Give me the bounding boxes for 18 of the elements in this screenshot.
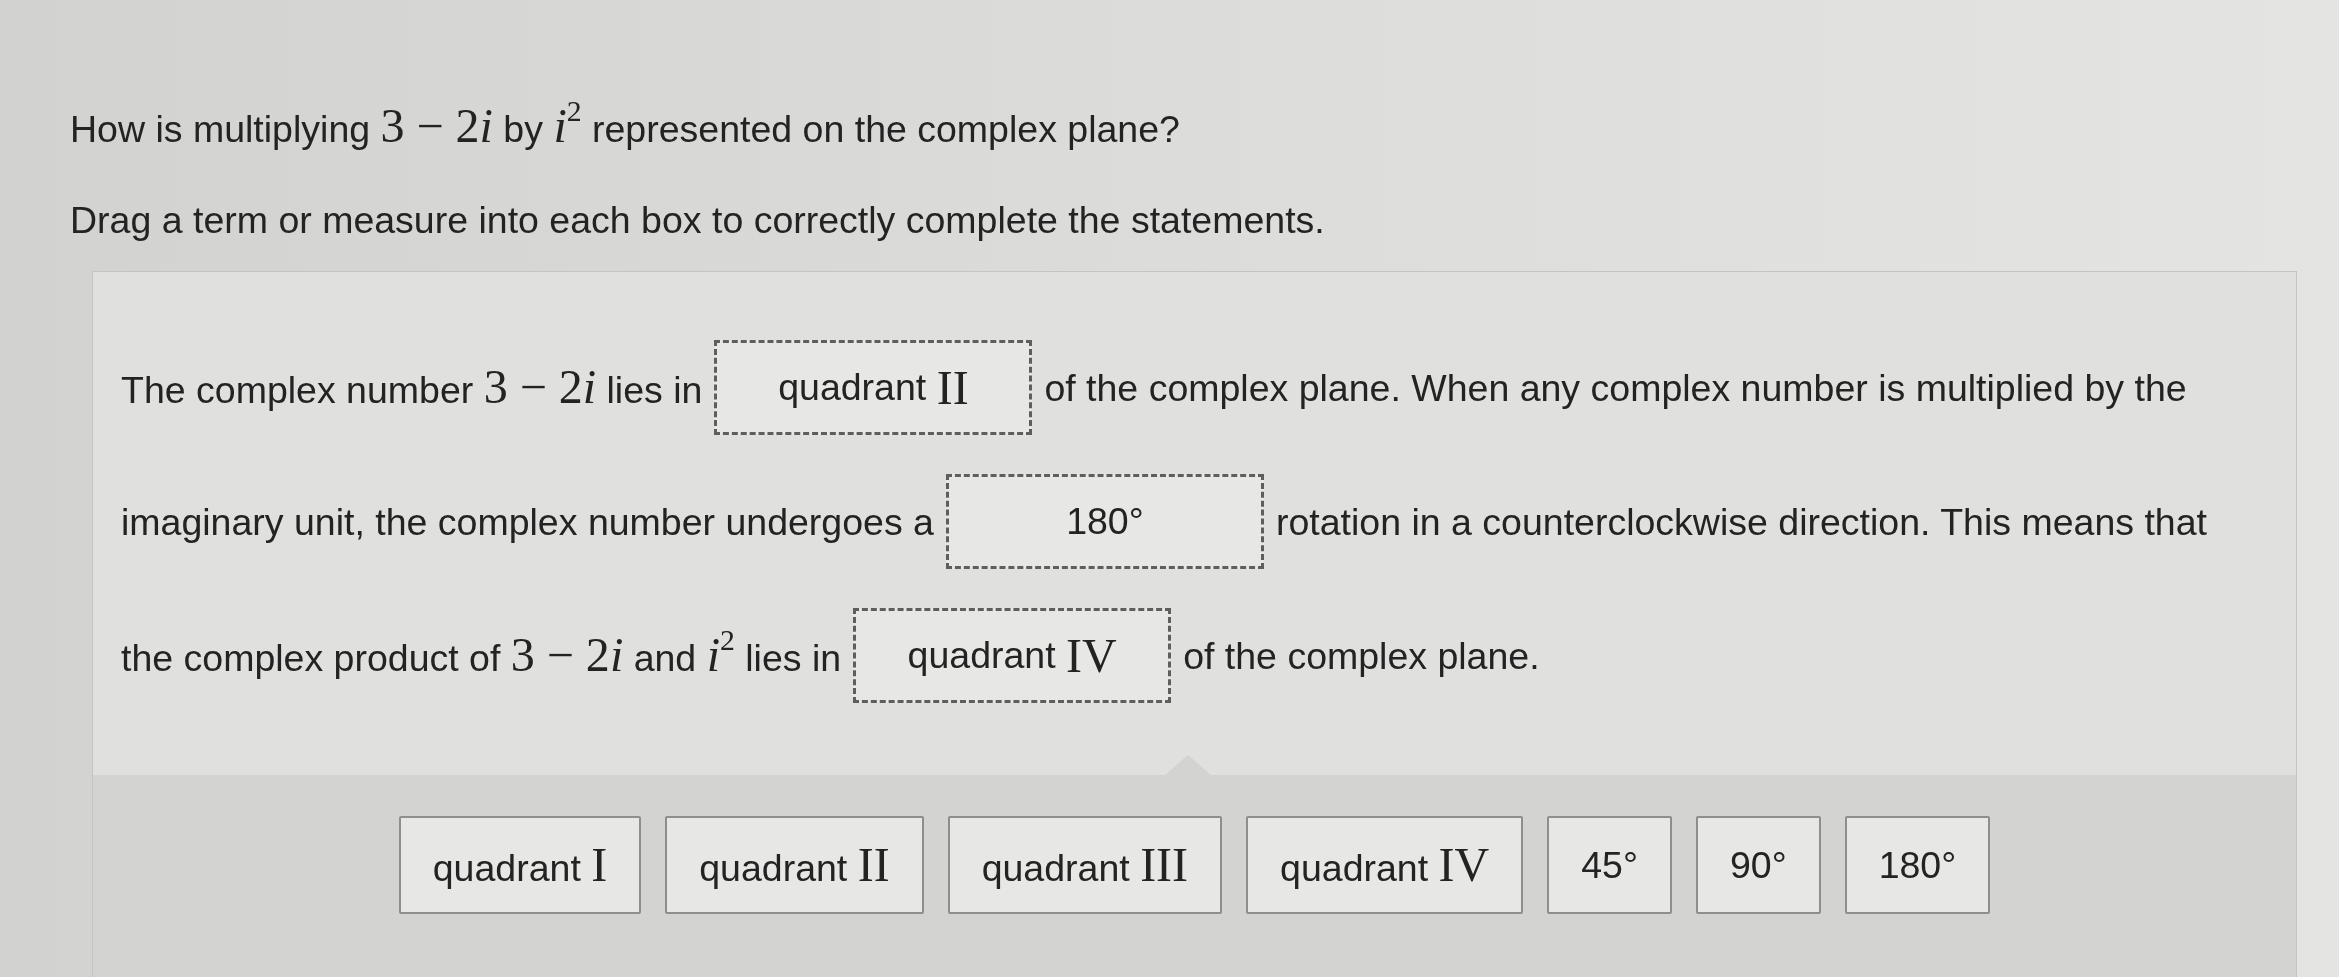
instruction-text: Drag a term or measure into each box to correctly complete the statements. [70, 198, 1325, 243]
answer-tile[interactable]: 90° [1695, 816, 1821, 914]
drop-box[interactable]: quadrant IV [853, 608, 1172, 703]
drop-box[interactable]: 180° [945, 474, 1264, 569]
drop-box[interactable]: quadrant II [714, 340, 1033, 435]
statement-text: the complex product of 3 − 2i and i$^{2}$ lies in [121, 630, 842, 681]
statement-text: imaginary unit, the complex number undergoes a [121, 499, 934, 545]
answer-tile[interactable]: 180° [1844, 816, 1991, 914]
answer-tile[interactable]: 45° [1547, 816, 1672, 914]
answer-tile[interactable]: quadrant II [665, 816, 924, 914]
answer-tile[interactable]: quadrant I [398, 816, 642, 914]
question-text: How is multiplying 3 − 2i by i$^{2}$ represented on the complex plane? [70, 102, 1180, 154]
statement-text: rotation in a counterclockwise direction. This means that [1275, 499, 2207, 545]
answer-tile[interactable]: quadrant IV [1246, 816, 1524, 914]
statement-text: The complex number 3 − 2i lies in [121, 362, 703, 413]
statement-text: of the complex plane. When any complex number is multiplied by the [1044, 365, 2187, 411]
statement-text: of the complex plane. [1183, 633, 1540, 679]
answer-tile[interactable]: quadrant III [947, 816, 1223, 914]
